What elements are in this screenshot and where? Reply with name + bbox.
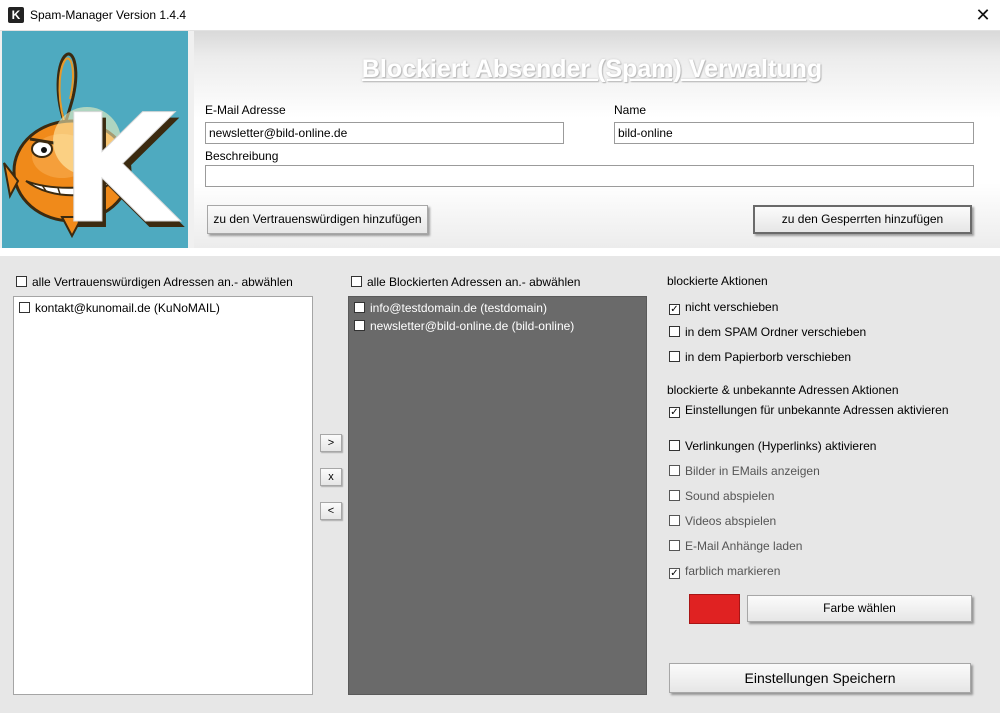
option-checkbox[interactable] [669, 326, 680, 337]
option-sound[interactable]: Sound abspielen [669, 489, 774, 503]
unknown-actions-heading: blockierte & unbekannte Adressen Aktione… [667, 383, 899, 397]
option-checkbox[interactable]: ✓ [669, 568, 680, 579]
list-item-label: newsletter@bild-online.de (bild-online) [370, 319, 575, 333]
window-title: Spam-Manager Version 1.4.4 [30, 8, 187, 22]
option-label: Einstellungen für unbekannte Adressen ak… [685, 403, 949, 417]
description-field[interactable] [205, 165, 974, 187]
option-label: in dem SPAM Ordner verschieben [685, 325, 867, 339]
option-move-spam[interactable]: in dem SPAM Ordner verschieben [669, 325, 866, 339]
color-swatch[interactable] [689, 594, 740, 624]
option-enable-unknown[interactable]: ✓ Einstellungen für unbekannte Adressen a… [669, 403, 949, 418]
app-icon: K [8, 7, 24, 23]
option-label: E-Mail Anhänge laden [685, 539, 803, 553]
list-item-checkbox[interactable] [354, 302, 365, 313]
blocked-actions-heading: blockierte Aktionen [667, 274, 768, 288]
list-item-checkbox[interactable] [354, 320, 365, 331]
list-item[interactable]: newsletter@bild-online.de (bild-online) [354, 319, 574, 333]
option-checkbox[interactable] [669, 540, 680, 551]
add-trusted-button[interactable]: zu den Vertrauenswürdigen hinzufügen [207, 205, 428, 234]
move-left-button[interactable]: < [320, 502, 342, 520]
option-hyperlinks[interactable]: Verlinkungen (Hyperlinks) aktivieren [669, 439, 876, 453]
option-videos[interactable]: Videos abspielen [669, 514, 776, 528]
list-item-label: kontakt@kunomail.de (KuNoMAIL) [35, 301, 220, 315]
name-field[interactable] [614, 122, 974, 144]
select-all-blocked-label: alle Blockierten Adressen an.- abwählen [367, 275, 581, 289]
add-blocked-button[interactable]: zu den Gesperrten hinzufügen [753, 205, 972, 234]
name-label: Name [614, 103, 647, 117]
option-move-trash[interactable]: in dem Papierborb verschieben [669, 350, 851, 364]
option-checkbox[interactable] [669, 490, 680, 501]
option-label: Sound abspielen [685, 489, 775, 503]
option-label: Videos abspielen [685, 514, 777, 528]
email-field[interactable] [205, 122, 564, 144]
move-right-button[interactable]: > [320, 434, 342, 452]
close-icon[interactable]: ✕ [968, 3, 998, 27]
list-item[interactable]: kontakt@kunomail.de (KuNoMAIL) [19, 301, 220, 315]
mascot-logo-icon: K K [3, 52, 185, 248]
option-checkbox[interactable]: ✓ [669, 407, 680, 418]
list-item-label: info@testdomain.de (testdomain) [370, 301, 547, 315]
option-label: Verlinkungen (Hyperlinks) aktivieren [685, 439, 877, 453]
option-checkbox[interactable] [669, 440, 680, 451]
option-label: nicht verschieben [685, 300, 779, 314]
option-attachments[interactable]: E-Mail Anhänge laden [669, 539, 802, 553]
delete-button[interactable]: x [320, 468, 342, 486]
option-label: in dem Papierborb verschieben [685, 350, 852, 364]
blocked-list[interactable]: info@testdomain.de (testdomain) newslett… [348, 296, 647, 695]
divider [0, 248, 1000, 256]
trusted-list[interactable]: kontakt@kunomail.de (KuNoMAIL) [13, 296, 313, 695]
option-color-mark[interactable]: ✓ farblich markieren [669, 564, 780, 579]
save-settings-button[interactable]: Einstellungen Speichern [669, 663, 971, 693]
option-label: farblich markieren [685, 564, 781, 578]
option-do-not-move[interactable]: ✓ nicht verschieben [669, 300, 778, 315]
list-item[interactable]: info@testdomain.de (testdomain) [354, 301, 547, 315]
list-item-checkbox[interactable] [19, 302, 30, 313]
logo-letter: K [60, 83, 181, 248]
option-images[interactable]: Bilder in EMails anzeigen [669, 464, 820, 478]
option-checkbox[interactable] [669, 351, 680, 362]
option-label: Bilder in EMails anzeigen [685, 464, 820, 478]
select-all-trusted-checkbox[interactable] [16, 276, 27, 287]
select-all-blocked[interactable]: alle Blockierten Adressen an.- abwählen [351, 275, 580, 289]
choose-color-button[interactable]: Farbe wählen [747, 595, 972, 622]
email-label: E-Mail Adresse [205, 103, 286, 117]
select-all-trusted[interactable]: alle Vertrauenswürdigen Adressen an.- ab… [16, 275, 293, 289]
description-label: Beschreibung [205, 149, 279, 163]
select-all-blocked-checkbox[interactable] [351, 276, 362, 287]
select-all-trusted-label: alle Vertrauenswürdigen Adressen an.- ab… [32, 275, 293, 289]
option-checkbox[interactable] [669, 465, 680, 476]
option-checkbox[interactable] [669, 515, 680, 526]
option-checkbox[interactable]: ✓ [669, 304, 680, 315]
logo: K K [2, 31, 188, 248]
page-title: Blockiert Absender (Spam) Verwaltung [361, 55, 823, 83]
